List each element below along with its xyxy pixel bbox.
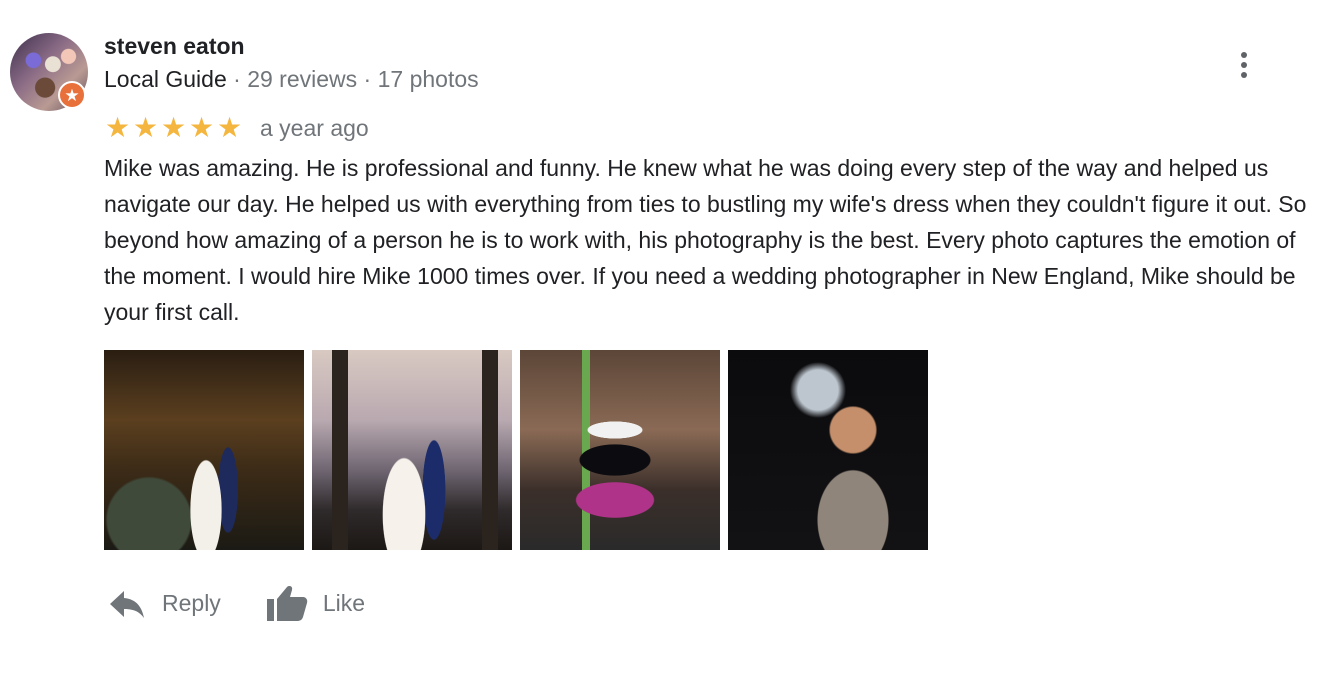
meta-separator: ·	[233, 66, 241, 92]
review-actions: Reply Like	[104, 578, 365, 628]
rating-row: ★ ★ ★ ★ ★ a year ago	[104, 112, 369, 144]
review-photo[interactable]	[520, 350, 720, 550]
photos-count: 17 photos	[377, 66, 479, 92]
star-icon: ★	[132, 112, 159, 143]
local-guide-label: Local Guide	[104, 66, 227, 92]
thumbs-up-icon	[265, 581, 309, 625]
review-photos	[104, 350, 928, 550]
star-icon: ★	[160, 112, 187, 143]
star-icon: ★	[216, 112, 243, 143]
more-options-icon-dot	[1241, 72, 1247, 78]
author-name[interactable]: steven eaton	[104, 33, 245, 60]
like-label: Like	[322, 589, 366, 616]
more-options-button[interactable]	[1229, 48, 1259, 82]
local-guide-badge-icon: ★	[58, 81, 86, 109]
meta-separator: ·	[363, 66, 372, 92]
more-options-icon	[1241, 52, 1247, 58]
review-date: a year ago	[260, 114, 369, 141]
review-text: Mike was amazing. He is professional and…	[104, 155, 1307, 325]
reply-button[interactable]: Reply	[104, 581, 221, 625]
like-button[interactable]: Like	[265, 581, 365, 625]
reply-label: Reply	[162, 589, 221, 616]
star-icon: ★	[188, 112, 215, 143]
reply-icon	[104, 581, 148, 625]
author-meta: Local Guide · 29 reviews · 17 photos	[104, 66, 479, 93]
star-icon: ★	[104, 112, 131, 143]
review-photo[interactable]	[104, 350, 304, 550]
more-options-icon-dot	[1241, 62, 1247, 68]
star-rating: ★ ★ ★ ★ ★	[104, 114, 243, 142]
reviews-count: 29 reviews	[247, 66, 358, 92]
review-photo[interactable]	[312, 350, 512, 550]
review-photo[interactable]	[728, 350, 928, 550]
